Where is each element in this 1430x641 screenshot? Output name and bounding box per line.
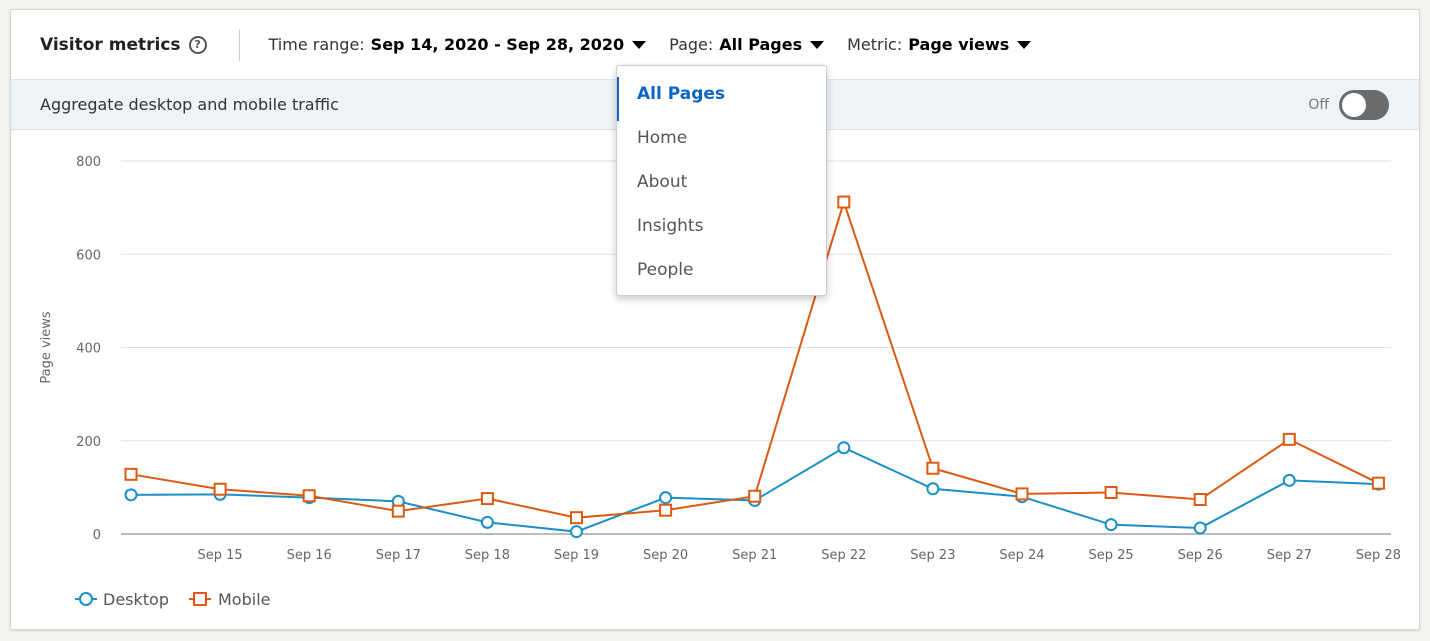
mobile-point [1104,486,1118,500]
y-tick-label: 800 [76,155,101,170]
dropdown-item-people[interactable]: People [617,248,826,292]
desktop-point [1193,521,1207,535]
x-tick-label: Sep 25 [1089,548,1134,563]
x-tick-label: Sep 24 [999,548,1044,563]
dropdown-item-insights[interactable]: Insights [617,204,826,248]
series-line-desktop [130,446,1379,533]
desktop-point [480,515,494,529]
x-tick-label: Sep 22 [821,548,866,563]
x-tick-label: Sep 27 [1267,548,1312,563]
mobile-point [1193,492,1207,506]
desktop-point [659,491,673,505]
desktop-point [1282,473,1296,487]
y-axis-title: Page views [39,311,54,384]
desktop-point [837,441,851,455]
mobile-point [302,489,316,503]
mobile-point [213,482,227,496]
mobile-point [1015,487,1029,501]
mobile-point [837,195,851,209]
legend-desktop-marker [79,592,93,606]
mobile-point [391,504,405,518]
x-tick-label: Sep 15 [198,548,243,563]
dropdown-item-about[interactable]: About [617,160,826,204]
mobile-point [659,503,673,517]
x-tick-label: Sep 16 [287,548,332,563]
x-tick-label: Sep 28 [1356,548,1401,563]
x-tick-label: Sep 23 [910,548,955,563]
y-tick-label: 0 [93,528,101,543]
x-tick-label: Sep 18 [465,548,510,563]
desktop-point [570,525,583,539]
mobile-point [1371,476,1385,490]
legend-mobile-marker [193,592,207,606]
y-tick-label: 200 [76,435,101,450]
desktop-point [1104,518,1118,532]
x-tick-label: Sep 19 [554,548,599,563]
legend-desktop-label: Desktop [103,590,169,609]
desktop-point [926,482,940,496]
mobile-point [480,492,494,506]
x-tick-label: Sep 17 [376,548,421,563]
mobile-point [124,467,138,481]
dropdown-item-home[interactable]: Home [617,116,826,160]
x-tick-label: Sep 26 [1178,548,1223,563]
y-tick-label: 400 [76,342,101,357]
dropdown-item-all-pages[interactable]: All Pages [617,72,826,121]
y-tick-label: 600 [76,248,101,263]
page-dropdown-menu: All Pages Home About Insights People [616,65,827,296]
x-tick-label: Sep 21 [732,548,777,563]
legend-mobile-label: Mobile [218,590,270,609]
mobile-point [926,461,940,475]
x-tick-label: Sep 20 [643,548,688,563]
mobile-point [748,489,762,503]
desktop-point [124,488,138,502]
mobile-point [1282,432,1296,446]
mobile-point [570,511,583,525]
